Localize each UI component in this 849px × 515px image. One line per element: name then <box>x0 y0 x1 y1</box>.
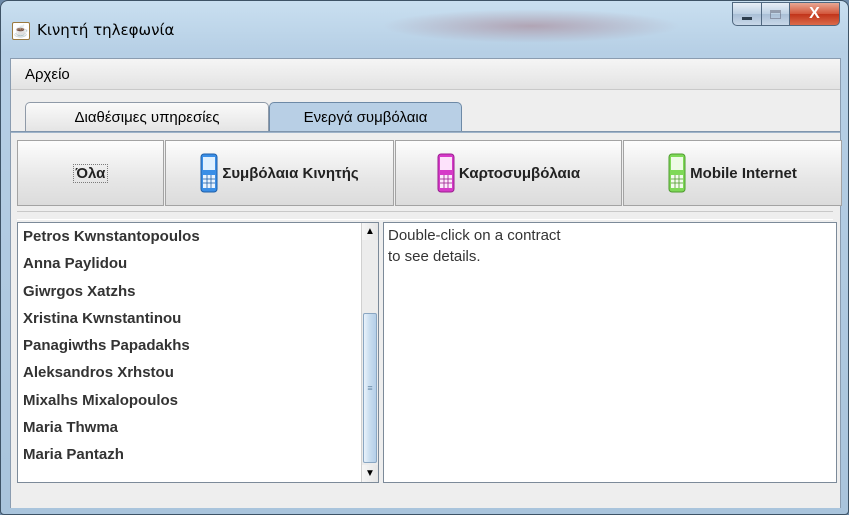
list-item[interactable]: Maria Pantazh <box>18 441 363 468</box>
tab-available-services[interactable]: Διαθέσιμες υπηρεσίες <box>25 102 269 132</box>
list-item[interactable]: Petros Kwnstantopoulos <box>18 223 363 250</box>
list-scrollbar[interactable]: ▲ ≡ ▼ <box>361 223 378 482</box>
grip-icon: ≡ <box>367 383 373 393</box>
filter-mobile-contracts-label: Συμβόλαια Κινητής <box>222 164 359 182</box>
filter-prepaid-label: Καρτοσυμβόλαια <box>458 164 581 182</box>
java-app-icon: ☕ <box>12 22 30 40</box>
minimize-button[interactable] <box>732 2 762 26</box>
mobile-phone-blue-icon <box>200 153 218 193</box>
separator <box>17 211 833 220</box>
scrollbar-thumb[interactable]: ≡ <box>363 313 377 463</box>
minimize-icon <box>742 16 752 20</box>
close-icon: X <box>809 5 820 22</box>
window-title: Κινητή τηλεφωνία <box>37 21 175 39</box>
filter-mobile-internet-label: Mobile Internet <box>690 164 797 182</box>
title-bar[interactable]: ☕ Κινητή τηλεφωνία X <box>1 1 848 57</box>
window-controls: X <box>732 2 840 26</box>
menu-file[interactable]: Αρχείο <box>25 66 70 83</box>
filter-toolbar: Όλα Συμβόλαια Κινητής Καρτοσυμβόλαια Mob… <box>17 140 843 206</box>
tab-active-contracts[interactable]: Ενεργά συμβόλαια <box>269 102 462 132</box>
close-button[interactable]: X <box>790 2 840 26</box>
app-window: ☕ Κινητή τηλεφωνία X Αρχείο Διαθέσιμες υ… <box>0 0 849 515</box>
mobile-phone-green-icon <box>668 153 686 193</box>
maximize-button <box>762 2 790 26</box>
filter-mobile-internet-button[interactable]: Mobile Internet <box>623 140 842 206</box>
title-bar-glass-blur <box>381 9 681 43</box>
client-area: Αρχείο Διαθέσιμες υπηρεσίες Ενεργά συμβό… <box>10 58 843 508</box>
maximize-icon <box>770 9 781 19</box>
scroll-up-icon[interactable]: ▲ <box>362 223 378 240</box>
contracts-list-items: Petros Kwnstantopoulos Anna Paylidou Giw… <box>18 223 363 469</box>
filter-mobile-contracts-button[interactable]: Συμβόλαια Κινητής <box>165 140 394 206</box>
list-item[interactable]: Xristina Kwnstantinou <box>18 305 363 332</box>
list-item[interactable]: Maria Thwma <box>18 414 363 441</box>
list-item[interactable]: Anna Paylidou <box>18 250 363 277</box>
menu-bar: Αρχείο <box>11 59 840 90</box>
list-item[interactable]: Aleksandros Xrhstou <box>18 359 363 386</box>
filter-prepaid-button[interactable]: Καρτοσυμβόλαια <box>395 140 622 206</box>
contracts-list[interactable]: Petros Kwnstantopoulos Anna Paylidou Giw… <box>17 222 379 483</box>
contract-details-area[interactable]: Double-click on a contract to see detail… <box>383 222 837 483</box>
list-item[interactable]: Mixalhs Mixalopoulos <box>18 387 363 414</box>
tab-content-active-contracts: Όλα Συμβόλαια Κινητής Καρτοσυμβόλαια Mob… <box>11 132 843 508</box>
list-item[interactable]: Panagiwths Papadakhs <box>18 332 363 359</box>
mobile-phone-magenta-icon <box>437 153 455 193</box>
scroll-down-icon[interactable]: ▼ <box>362 465 378 482</box>
list-item[interactable]: Giwrgos Xatzhs <box>18 278 363 305</box>
filter-all-button[interactable]: Όλα <box>17 140 164 206</box>
tab-strip: Διαθέσιμες υπηρεσίες Ενεργά συμβόλαια <box>11 99 840 132</box>
filter-all-label: Όλα <box>72 163 109 183</box>
